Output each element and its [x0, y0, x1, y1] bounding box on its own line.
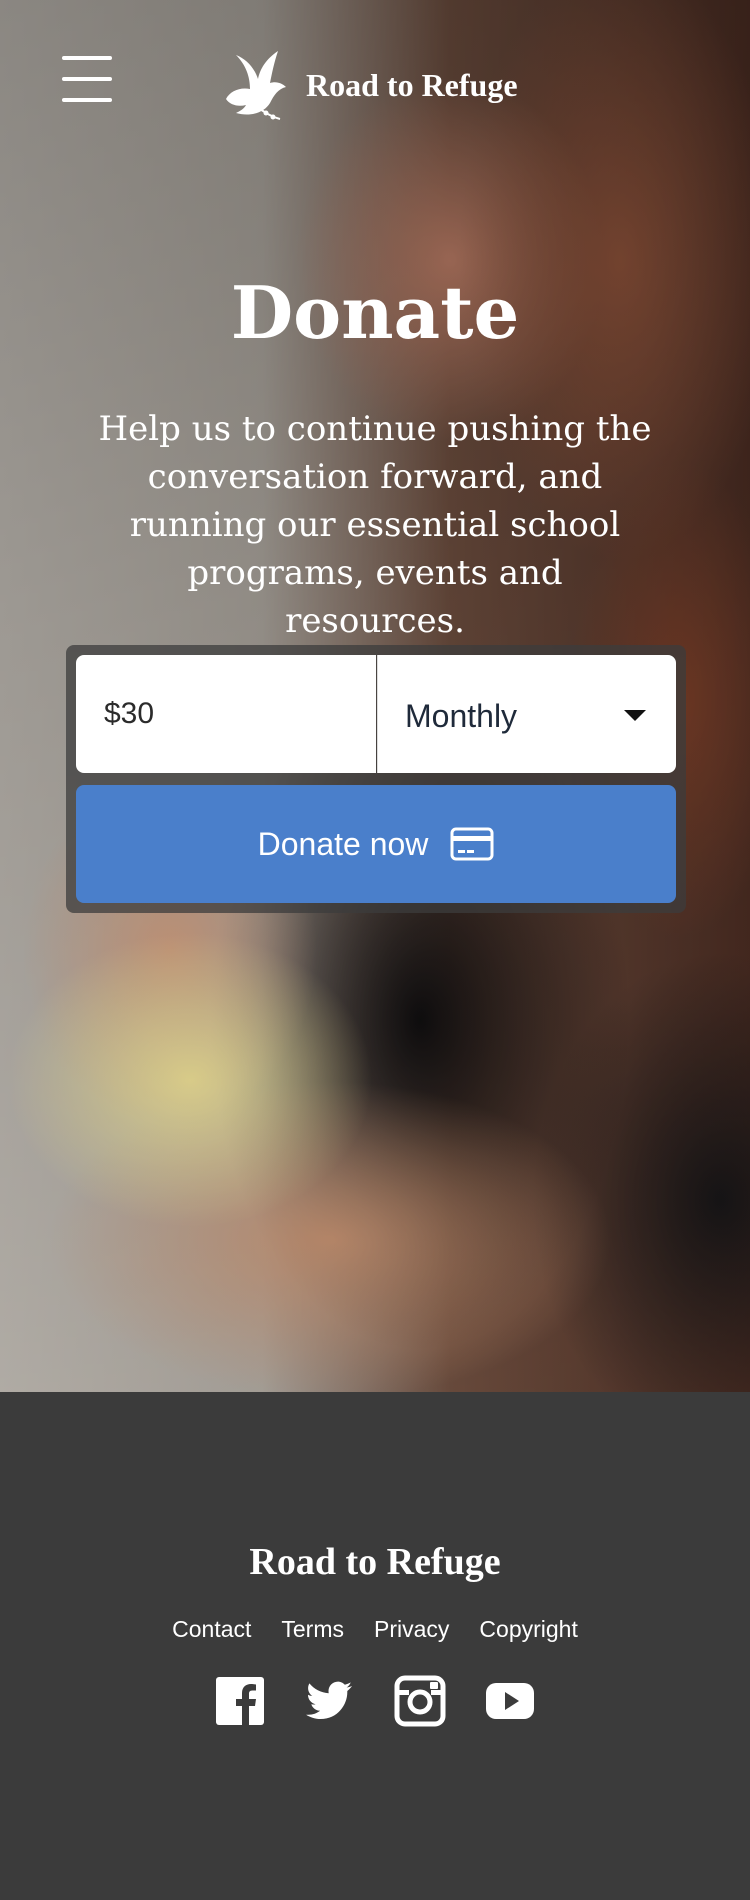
hero-section: Road to Refuge Donate Help us to continu… — [0, 0, 750, 1392]
menu-button[interactable] — [62, 56, 112, 104]
twitter-icon[interactable] — [304, 1675, 356, 1727]
donation-form: Monthly Donate now — [66, 645, 686, 913]
dove-icon — [226, 51, 286, 120]
footer-link-terms[interactable]: Terms — [281, 1616, 344, 1643]
caret-down-icon — [624, 710, 646, 721]
credit-card-icon — [450, 827, 494, 861]
footer: Road to Refuge Contact Terms Privacy Cop… — [0, 1392, 750, 1900]
donate-button-label: Donate now — [257, 825, 429, 862]
brand-logo[interactable]: Road to Refuge — [220, 46, 518, 124]
footer-link-privacy[interactable]: Privacy — [374, 1616, 449, 1643]
page-title: Donate — [230, 270, 520, 355]
youtube-icon[interactable] — [484, 1675, 536, 1727]
hero-description: Help us to continue pushing the conversa… — [98, 409, 652, 641]
footer-link-copyright[interactable]: Copyright — [479, 1616, 577, 1643]
social-links — [0, 1675, 750, 1727]
frequency-value: Monthly — [405, 698, 518, 734]
facebook-icon[interactable] — [214, 1675, 266, 1727]
hamburger-menu-icon — [62, 56, 112, 60]
footer-brand-name: Road to Refuge — [249, 1541, 501, 1583]
instagram-icon[interactable] — [394, 1675, 446, 1727]
frequency-select[interactable]: Monthly — [377, 655, 676, 773]
brand-name: Road to Refuge — [306, 66, 518, 103]
footer-link-contact[interactable]: Contact — [172, 1616, 251, 1643]
amount-input[interactable] — [76, 655, 376, 773]
footer-nav: Contact Terms Privacy Copyright — [0, 1616, 750, 1643]
donate-now-button[interactable]: Donate now — [76, 785, 676, 903]
